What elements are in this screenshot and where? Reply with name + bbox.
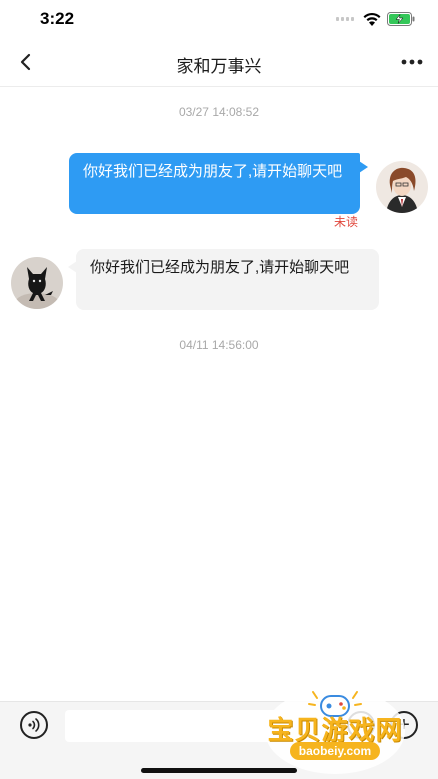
avatar-image [11,257,63,309]
page-title: 家和万事兴 [176,57,262,76]
chat-screen: 3:22 家和万事兴 03/27 14:08:52 你好我们已经成为朋友了,请开… [0,0,438,779]
message-bubble-self[interactable]: 你好我们已经成为朋友了,请开始聊天吧 [69,153,368,214]
watermark-domain: baobeiy.com [290,742,380,760]
message-list: 03/27 14:08:52 你好我们已经成为朋友了,请开始聊天吧 未读 你好我… [0,87,438,701]
signal-icon [336,17,354,21]
watermark: 宝贝游戏网 baobeiy.com [255,686,415,776]
more-button[interactable] [398,48,426,76]
message-timestamp: 04/11 14:56:00 [179,338,259,352]
avatar-image [376,161,428,213]
self-avatar[interactable] [376,161,428,213]
voice-button[interactable] [20,711,48,739]
voice-icon [28,718,40,732]
battery-charging-icon [387,12,415,26]
status-bar: 3:22 [0,0,438,40]
unread-status: 未读 [334,215,359,229]
more-dots-icon [401,59,423,65]
navigation-bar: 家和万事兴 [0,40,438,87]
friend-avatar[interactable] [11,257,63,309]
message-bubble-friend[interactable]: 你好我们已经成为朋友了,请开始聊天吧 [68,249,379,310]
message-timestamp: 03/27 14:08:52 [178,105,260,119]
status-time: 3:22 [40,9,75,28]
wifi-icon [363,12,381,26]
